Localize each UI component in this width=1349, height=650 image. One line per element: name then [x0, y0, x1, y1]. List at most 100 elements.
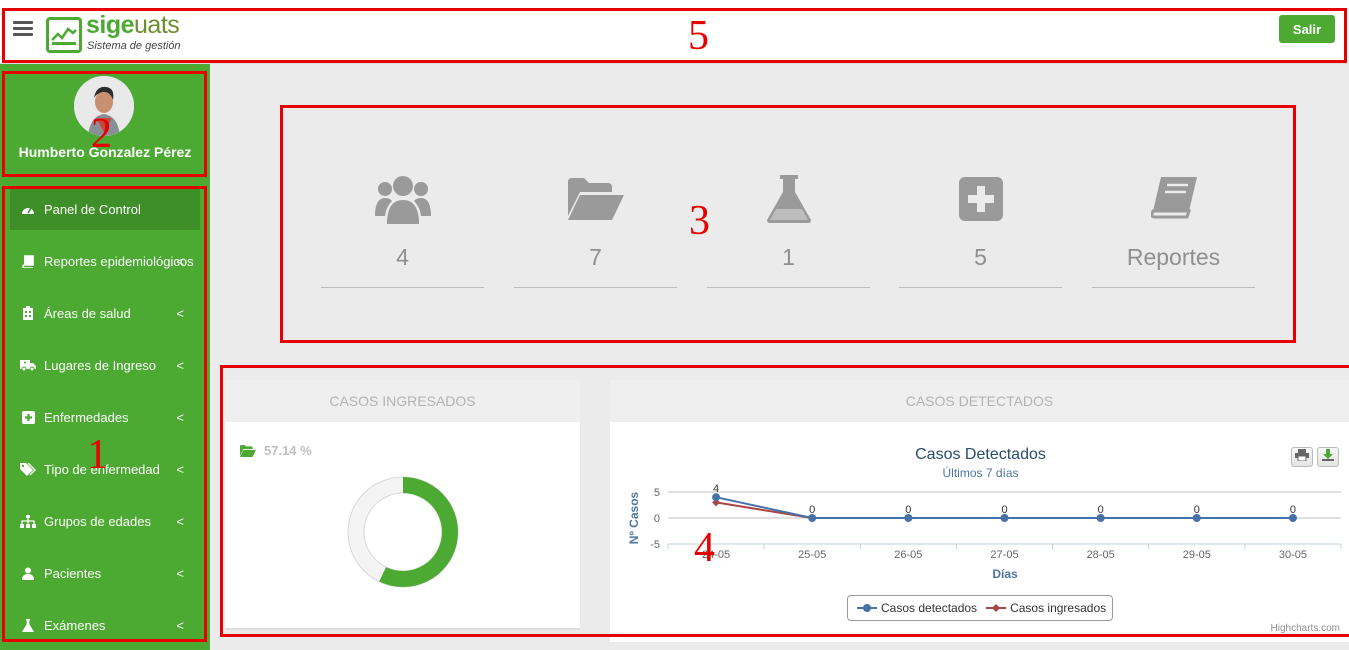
annotation-number-5: 5 [688, 13, 709, 59]
chevron-left-icon: < [176, 253, 184, 269]
print-icon [1295, 448, 1309, 466]
chevron-left-icon: < [176, 461, 184, 477]
logout-button[interactable]: Salir [1279, 15, 1335, 43]
sidebar-item-pacientes[interactable]: Pacientes < [10, 552, 200, 594]
sidebar-item-label: Pacientes [44, 565, 102, 581]
divider [1092, 287, 1255, 288]
ambulance-icon [20, 358, 36, 372]
download-icon [1322, 448, 1334, 466]
stat-enfermedades[interactable]: 5 [899, 170, 1062, 288]
annotation-number-4: 4 [694, 525, 715, 571]
plus-square-icon [20, 410, 36, 424]
logo-text: sigeuats [86, 11, 180, 39]
divider [707, 287, 870, 288]
sidebar-item-grupos-de-edades[interactable]: Grupos de edades < [10, 500, 200, 542]
x-axis-label: Días [992, 567, 1018, 581]
logo-icon [46, 17, 82, 53]
percent-indicator: 57.14 % [240, 443, 312, 458]
card-title-ingresados: CASOS INGRESADOS [225, 380, 580, 422]
diamond-marker-icon [986, 604, 1007, 612]
card-title-detectados: CASOS DETECTADOS [610, 380, 1349, 422]
data-label: 0 [1194, 504, 1200, 516]
chevron-left-icon: < [176, 305, 184, 321]
hospital-icon [20, 306, 36, 320]
data-label: 0 [809, 504, 815, 516]
chevron-left-icon: < [176, 513, 184, 529]
dashboard-icon [20, 202, 36, 216]
plus-square-icon [899, 170, 1062, 228]
users-icon [321, 170, 484, 228]
y-tick-label: -5 [650, 539, 660, 551]
divider [514, 287, 677, 288]
chevron-left-icon: < [176, 357, 184, 373]
annotation-number-3: 3 [689, 198, 710, 244]
logo-subtitle: Sistema de gestión [87, 40, 181, 52]
chevron-left-icon: < [176, 409, 184, 425]
stat-value: 7 [589, 244, 602, 270]
stat-pacientes[interactable]: 4 [321, 170, 484, 288]
x-tick-label: 27-05 [990, 549, 1018, 561]
data-label: 4 [713, 483, 719, 495]
folder-open-icon [514, 170, 677, 228]
flask-icon [707, 170, 870, 228]
sidebar-item-label: Reportes epidemiológicos [44, 253, 194, 269]
stat-value: 4 [396, 244, 409, 270]
chart-legend: Casos detectados Casos ingresados [847, 595, 1113, 621]
legend-item-casos-ingresados[interactable]: Casos ingresados [986, 601, 1106, 615]
divider [899, 287, 1062, 288]
divider [321, 287, 484, 288]
book-icon [20, 254, 36, 268]
book-icon [1092, 170, 1255, 228]
x-tick-label: 30-05 [1279, 549, 1307, 561]
sitemap-icon [20, 514, 36, 528]
circle-marker-icon [857, 604, 877, 612]
data-label: 0 [905, 504, 911, 516]
data-label: 0 [1290, 504, 1296, 516]
x-tick-label: 26-05 [894, 549, 922, 561]
annotation-number-2: 2 [91, 111, 112, 157]
annotation-number-1: 1 [87, 432, 108, 478]
sidebar-item-examenes[interactable]: Exámenes < [10, 604, 200, 646]
sidebar-item-panel-de-control[interactable]: Panel de Control [10, 188, 200, 230]
stat-reportes[interactable]: Reportes [1092, 170, 1255, 288]
top-bar: sigeuats Sistema de gestión Salir [0, 0, 1349, 64]
percent-label: 57.14 % [264, 443, 312, 458]
data-label: 0 [1098, 504, 1104, 516]
data-label: 0 [1001, 504, 1007, 516]
stat-carpetas[interactable]: 7 [514, 170, 677, 288]
hamburger-menu-icon[interactable] [13, 21, 33, 37]
sidebar-item-label: Grupos de edades [44, 513, 151, 529]
chart-credits[interactable]: Highcharts.com [1271, 623, 1340, 634]
tags-icon [20, 462, 36, 476]
donut-chart [347, 476, 459, 588]
legend-label: Casos ingresados [1010, 601, 1107, 615]
sidebar-item-areas-de-salud[interactable]: Áreas de salud < [10, 292, 200, 334]
x-tick-label: 25-05 [798, 549, 826, 561]
y-tick-label: 5 [654, 487, 660, 499]
sidebar-item-label: Exámenes [44, 617, 106, 633]
print-button[interactable] [1291, 447, 1313, 467]
sidebar-item-lugares-de-ingreso[interactable]: Lugares de Ingreso < [10, 344, 200, 386]
stat-value: Reportes [1126, 244, 1221, 270]
chevron-left-icon: < [176, 565, 184, 581]
chevron-left-icon: < [176, 617, 184, 633]
sidebar-item-label: Enfermedades [44, 409, 129, 425]
y-axis-label: Nº Casos [627, 491, 641, 544]
stat-examenes[interactable]: 1 [707, 170, 870, 288]
x-tick-label: 28-05 [1087, 549, 1115, 561]
sidebar-item-label: Panel de Control [44, 201, 141, 217]
legend-label: Casos detectados [881, 601, 978, 615]
x-tick-label: 29-05 [1183, 549, 1211, 561]
folder-open-icon [240, 444, 256, 457]
stat-value: 5 [974, 244, 987, 270]
chart-title: Casos Detectados [915, 446, 1046, 463]
flask-icon [20, 618, 36, 632]
download-button[interactable] [1317, 447, 1339, 467]
y-tick-label: 0 [654, 513, 660, 525]
user-icon [20, 566, 36, 580]
sidebar-item-label: Áreas de salud [44, 305, 131, 321]
sidebar-item-reportes-epidemiologicos[interactable]: Reportes epidemiológicos < [10, 240, 200, 282]
legend-item-casos-detectados[interactable]: Casos detectados [857, 601, 977, 615]
stat-value: 1 [782, 244, 795, 270]
sidebar-item-label: Lugares de Ingreso [44, 357, 157, 373]
